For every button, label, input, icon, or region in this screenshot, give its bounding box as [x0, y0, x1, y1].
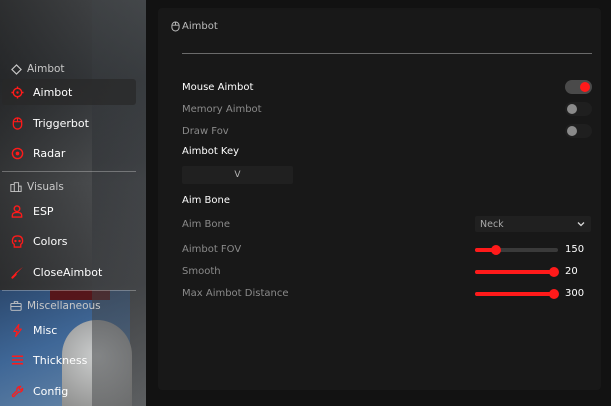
- sidebar-item-label: Misc: [33, 323, 58, 337]
- title-divider: [182, 53, 592, 54]
- slider-handle[interactable]: [549, 267, 559, 277]
- building-icon: [10, 181, 22, 193]
- draw-fov-toggle[interactable]: [565, 124, 592, 138]
- draw-fov-label: Draw Fov: [182, 126, 229, 137]
- sidebar-section-miscellaneous: Miscellaneous: [10, 300, 101, 312]
- sidebar-item-radar[interactable]: Radar: [2, 140, 136, 166]
- mouse-icon: [10, 116, 24, 130]
- sidebar-item-label: CloseAimbot: [33, 265, 103, 279]
- mouse-aimbot-label: Mouse Aimbot: [182, 82, 254, 93]
- sidebar-section-aimbot: Aimbot: [10, 63, 65, 75]
- bolt-icon: [10, 323, 24, 337]
- knife-icon: [10, 265, 24, 279]
- aim-bone-label: Aim Bone: [182, 219, 231, 230]
- memory-aimbot-label: Memory Aimbot: [182, 104, 262, 115]
- panel-title-text: Aimbot: [182, 21, 218, 32]
- app-window: Aimbot Aimbot Triggerbot Radar Visuals E…: [0, 0, 611, 406]
- panel-title: Aimbot: [171, 21, 218, 32]
- sidebar-item-label: Thickness: [33, 353, 88, 367]
- sidebar-section-visuals: Visuals: [10, 181, 64, 193]
- chevron-down-icon: [577, 221, 585, 227]
- sidebar-divider: [2, 290, 136, 291]
- crosshair-icon: [10, 85, 24, 99]
- sidebar-item-label: Colors: [33, 234, 68, 248]
- slider-handle[interactable]: [491, 245, 501, 255]
- user-icon: [10, 204, 24, 218]
- diamond-icon: [10, 63, 22, 75]
- aim-bone-selected: Neck: [480, 218, 504, 230]
- sidebar-divider: [2, 171, 136, 172]
- aimbot-key-heading: Aimbot Key: [182, 146, 240, 157]
- aimbot-key-button[interactable]: V: [182, 166, 293, 184]
- aim-bone-select[interactable]: Neck: [475, 216, 591, 232]
- settings-panel: Aimbot Mouse Aimbot Memory Aimbot Draw F…: [158, 8, 601, 390]
- sidebar-section-label: Aimbot: [27, 63, 65, 75]
- smooth-label: Smooth: [182, 266, 221, 277]
- sidebar: Aimbot Aimbot Triggerbot Radar Visuals E…: [0, 0, 146, 406]
- radar-icon: [10, 146, 24, 160]
- memory-aimbot-toggle[interactable]: [565, 102, 592, 116]
- sidebar-item-label: Radar: [33, 146, 66, 160]
- max-aimbot-distance-slider[interactable]: [475, 289, 559, 299]
- aimbot-fov-label: Aimbot FOV: [182, 244, 242, 255]
- sidebar-item-config[interactable]: Config: [2, 378, 136, 404]
- smooth-slider[interactable]: [475, 267, 559, 277]
- skull-icon: [10, 234, 24, 248]
- main-content: Aimbot Mouse Aimbot Memory Aimbot Draw F…: [146, 0, 611, 406]
- sidebar-item-closeaimbot[interactable]: CloseAimbot: [2, 259, 136, 285]
- wrench-icon: [10, 384, 24, 398]
- sidebar-item-label: Config: [33, 384, 69, 398]
- sidebar-section-label: Visuals: [27, 181, 64, 193]
- lines-icon: [10, 353, 24, 367]
- mouse-aimbot-toggle[interactable]: [565, 80, 592, 94]
- max-aimbot-distance-label: Max Aimbot Distance: [182, 288, 289, 299]
- sidebar-nav: Aimbot Aimbot Triggerbot Radar Visuals E…: [0, 0, 146, 406]
- max-aimbot-distance-value: 300: [565, 288, 585, 299]
- sidebar-item-misc[interactable]: Misc: [2, 317, 136, 343]
- sidebar-item-label: Aimbot: [33, 85, 73, 99]
- sidebar-item-esp[interactable]: ESP: [2, 198, 136, 224]
- toolbox-icon: [10, 300, 22, 312]
- sidebar-item-label: Triggerbot: [33, 116, 89, 130]
- aimbot-fov-value: 150: [565, 244, 585, 255]
- mouse-icon: [171, 21, 180, 32]
- sidebar-item-thickness[interactable]: Thickness: [2, 347, 136, 373]
- sidebar-item-label: ESP: [33, 204, 54, 218]
- sidebar-item-colors[interactable]: Colors: [2, 228, 136, 254]
- slider-handle[interactable]: [549, 289, 559, 299]
- aim-bone-heading: Aim Bone: [182, 195, 231, 206]
- sidebar-item-triggerbot[interactable]: Triggerbot: [2, 110, 136, 136]
- aimbot-fov-slider[interactable]: [475, 245, 558, 255]
- smooth-value: 20: [565, 266, 578, 277]
- sidebar-section-label: Miscellaneous: [27, 300, 101, 312]
- sidebar-item-aimbot[interactable]: Aimbot: [2, 79, 136, 105]
